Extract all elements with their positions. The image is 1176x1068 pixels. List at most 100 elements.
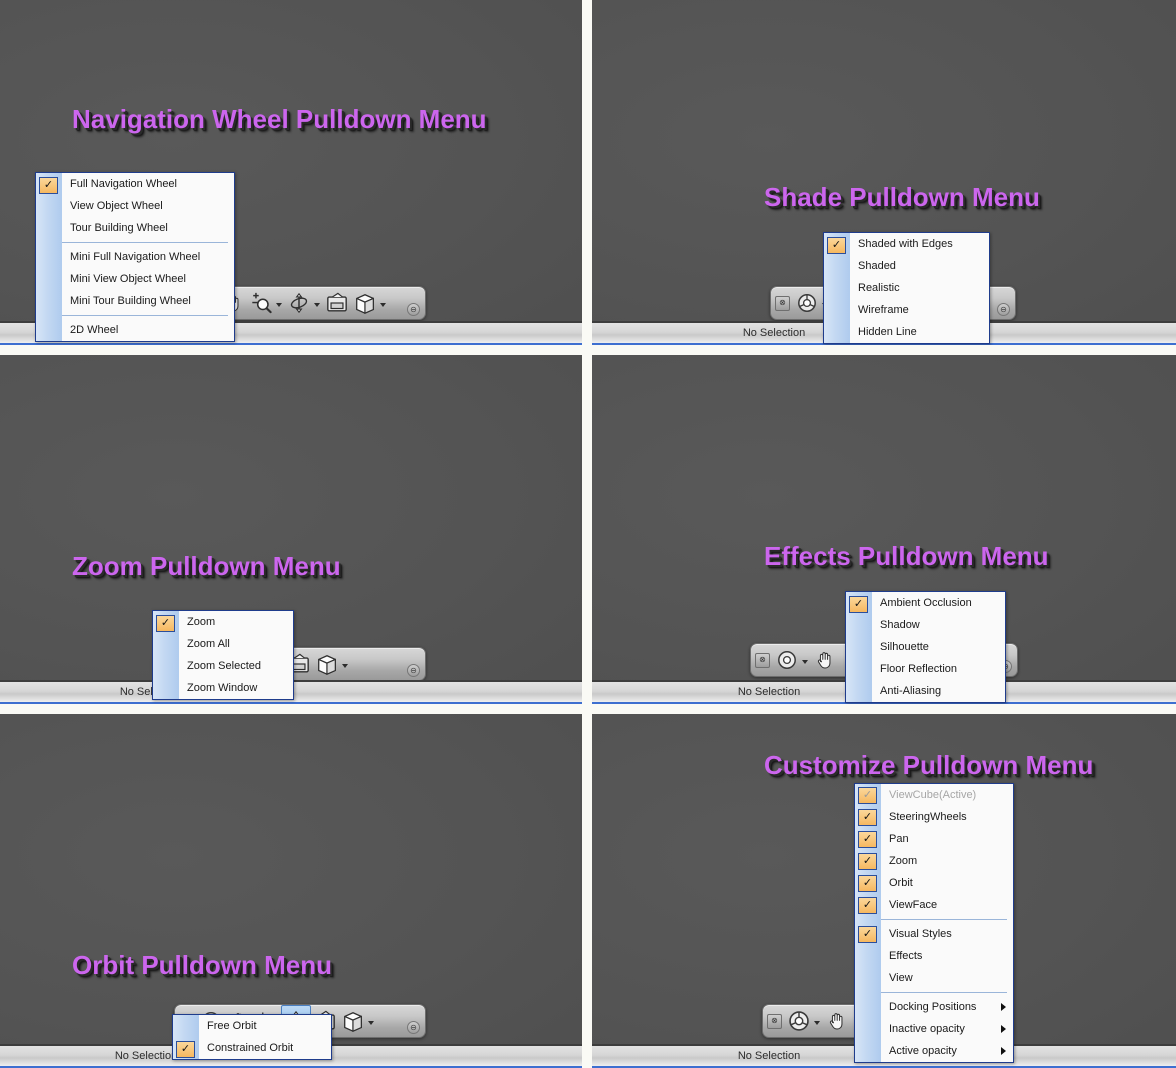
pan-hand-icon[interactable] bbox=[823, 1006, 851, 1036]
menu-item[interactable]: Constrained Orbit bbox=[199, 1037, 331, 1059]
status-text: No Selection bbox=[742, 327, 806, 339]
checkbox-checked[interactable]: ✓ bbox=[849, 596, 868, 613]
chevron-down-icon[interactable] bbox=[380, 303, 386, 307]
menu-item-submenu[interactable]: Inactive opacity bbox=[881, 1018, 1013, 1040]
grip-icon[interactable]: ⊖ bbox=[997, 303, 1010, 316]
chevron-down-icon[interactable] bbox=[276, 303, 282, 307]
menu-item-label: Inactive opacity bbox=[889, 1023, 965, 1035]
page-title-effects: Effects Pulldown Menu bbox=[764, 541, 1049, 571]
grip-icon[interactable]: ⊖ bbox=[407, 664, 420, 677]
menu-gutter: ✓ bbox=[153, 611, 179, 699]
pulldown-menu-zoom[interactable]: ✓ Zoom Zoom All Zoom Selected Zoom Windo… bbox=[152, 610, 294, 700]
menu-item-disabled: ViewCube(Active) bbox=[889, 789, 977, 801]
menu-item[interactable]: Effects bbox=[881, 945, 1013, 967]
steering-wheel-icon[interactable] bbox=[773, 645, 801, 675]
menu-items: Ambient Occlusion Shadow Silhouette Floo… bbox=[872, 592, 1005, 702]
menu-item-submenu[interactable]: Docking Positions bbox=[881, 996, 1013, 1018]
menu-item[interactable]: Zoom All bbox=[179, 633, 293, 655]
close-icon[interactable]: ⊗ bbox=[755, 652, 770, 668]
screenshot-grid: Navigation Wheel Pulldown Menu ⊗ bbox=[0, 0, 1176, 1068]
pulldown-menu-shade[interactable]: ✓ Shaded with Edges Shaded Realistic Wir… bbox=[823, 232, 990, 344]
menu-item[interactable]: Mini Full Navigation Wheel bbox=[62, 246, 234, 268]
menu-item-submenu[interactable]: Active opacity bbox=[881, 1040, 1013, 1062]
steering-wheel-icon[interactable] bbox=[785, 1006, 813, 1036]
menu-item-label: Active opacity bbox=[889, 1045, 957, 1057]
checkbox-checked[interactable]: ✓ bbox=[39, 177, 58, 194]
checkbox-checked[interactable]: ✓ bbox=[858, 809, 877, 826]
checkbox-checked[interactable]: ✓ bbox=[858, 831, 877, 848]
look-camera-icon[interactable] bbox=[323, 288, 351, 318]
menu-item[interactable]: Zoom bbox=[179, 611, 293, 633]
status-text: No Selection bbox=[737, 686, 801, 698]
page-title-zoom: Zoom Pulldown Menu bbox=[72, 551, 341, 581]
close-icon[interactable]: ⊗ bbox=[767, 1013, 782, 1029]
menu-item[interactable]: SteeringWheels bbox=[881, 806, 1013, 828]
checkbox-checked[interactable]: ✓ bbox=[156, 615, 175, 632]
menu-item[interactable]: Pan bbox=[881, 828, 1013, 850]
menu-separator bbox=[62, 242, 228, 243]
chevron-down-icon[interactable] bbox=[814, 1021, 820, 1025]
grip-icon[interactable]: ⊖ bbox=[407, 1021, 420, 1034]
status-text: No Selection bbox=[114, 1050, 178, 1062]
menu-item[interactable]: Realistic bbox=[850, 277, 989, 299]
menu-separator bbox=[62, 315, 228, 316]
menu-separator bbox=[881, 919, 1007, 920]
view-cube-icon[interactable] bbox=[351, 288, 379, 318]
menu-item[interactable]: Anti-Aliasing bbox=[872, 680, 1005, 702]
pulldown-menu-orbit[interactable]: ✓ Free Orbit Constrained Orbit bbox=[172, 1014, 332, 1060]
menu-item[interactable]: Visual Styles bbox=[881, 923, 1013, 945]
close-icon[interactable]: ⊗ bbox=[775, 295, 790, 311]
menu-item[interactable]: Shaded bbox=[850, 255, 989, 277]
chevron-down-icon[interactable] bbox=[342, 664, 348, 668]
chevron-down-icon[interactable] bbox=[368, 1021, 374, 1025]
menu-item[interactable]: Ambient Occlusion bbox=[872, 592, 1005, 614]
menu-item[interactable]: Floor Reflection bbox=[872, 658, 1005, 680]
checkbox-checked[interactable]: ✓ bbox=[858, 875, 877, 892]
menu-item[interactable]: View Object Wheel bbox=[62, 195, 234, 217]
page-title-navigation-wheel: Navigation Wheel Pulldown Menu bbox=[72, 104, 487, 134]
checkbox-checked[interactable]: ✓ bbox=[827, 237, 846, 254]
view-cube-icon[interactable] bbox=[313, 649, 341, 679]
checkbox-checked[interactable]: ✓ bbox=[176, 1041, 195, 1058]
menu-item[interactable]: Shadow bbox=[872, 614, 1005, 636]
menu-item[interactable]: Zoom Window bbox=[179, 677, 293, 699]
menu-item[interactable]: Free Orbit bbox=[199, 1015, 331, 1037]
menu-item[interactable]: Orbit bbox=[881, 872, 1013, 894]
menu-item[interactable]: Full Navigation Wheel bbox=[62, 173, 234, 195]
chevron-down-icon[interactable] bbox=[802, 660, 808, 664]
menu-item[interactable]: Silhouette bbox=[872, 636, 1005, 658]
page-title-customize: Customize Pulldown Menu bbox=[764, 750, 1094, 780]
menu-items: Shaded with Edges Shaded Realistic Wiref… bbox=[850, 233, 989, 343]
panel-orbit: Orbit Pulldown Menu ⊗ bbox=[0, 714, 582, 1068]
pulldown-menu-effects[interactable]: ✓ Ambient Occlusion Shadow Silhouette Fl… bbox=[845, 591, 1006, 703]
menu-item[interactable]: Zoom bbox=[881, 850, 1013, 872]
menu-gutter: ✓ bbox=[824, 233, 850, 343]
page-title-orbit: Orbit Pulldown Menu bbox=[72, 950, 332, 980]
menu-separator bbox=[881, 992, 1007, 993]
menu-item[interactable]: Mini Tour Building Wheel bbox=[62, 290, 234, 312]
menu-item[interactable]: Zoom Selected bbox=[179, 655, 293, 677]
chevron-down-icon[interactable] bbox=[314, 303, 320, 307]
menu-items: Free Orbit Constrained Orbit bbox=[199, 1015, 331, 1059]
orbit-icon[interactable] bbox=[285, 288, 313, 318]
menu-item[interactable]: Shaded with Edges bbox=[850, 233, 989, 255]
checkbox-checked[interactable]: ✓ bbox=[858, 897, 877, 914]
pan-hand-icon[interactable] bbox=[811, 645, 839, 675]
menu-item[interactable]: 2D Wheel bbox=[62, 319, 234, 341]
menu-item[interactable]: Tour Building Wheel bbox=[62, 217, 234, 239]
pulldown-menu-customize[interactable]: ✓ ✓ ✓ ✓ ✓ ✓ ✓ ViewCube(Active) SteeringW… bbox=[854, 783, 1014, 1063]
menu-item[interactable]: Hidden Line bbox=[850, 321, 989, 343]
steering-wheel-icon[interactable] bbox=[793, 288, 821, 318]
menu-item[interactable]: Wireframe bbox=[850, 299, 989, 321]
menu-item[interactable]: Mini View Object Wheel bbox=[62, 268, 234, 290]
view-cube-icon[interactable] bbox=[339, 1006, 367, 1036]
checkbox-checked[interactable]: ✓ bbox=[858, 853, 877, 870]
menu-item[interactable]: ViewFace bbox=[881, 894, 1013, 916]
menu-gutter: ✓ bbox=[36, 173, 62, 341]
checkbox-checked[interactable]: ✓ bbox=[858, 926, 877, 943]
grip-icon[interactable]: ⊖ bbox=[407, 303, 420, 316]
menu-item[interactable]: View bbox=[881, 967, 1013, 989]
pulldown-menu-navigation-wheel[interactable]: ✓ Full Navigation Wheel View Object Whee… bbox=[35, 172, 235, 342]
zoom-magnifier-icon[interactable] bbox=[247, 288, 275, 318]
menu-gutter: ✓ ✓ ✓ ✓ ✓ ✓ ✓ bbox=[855, 784, 881, 1062]
